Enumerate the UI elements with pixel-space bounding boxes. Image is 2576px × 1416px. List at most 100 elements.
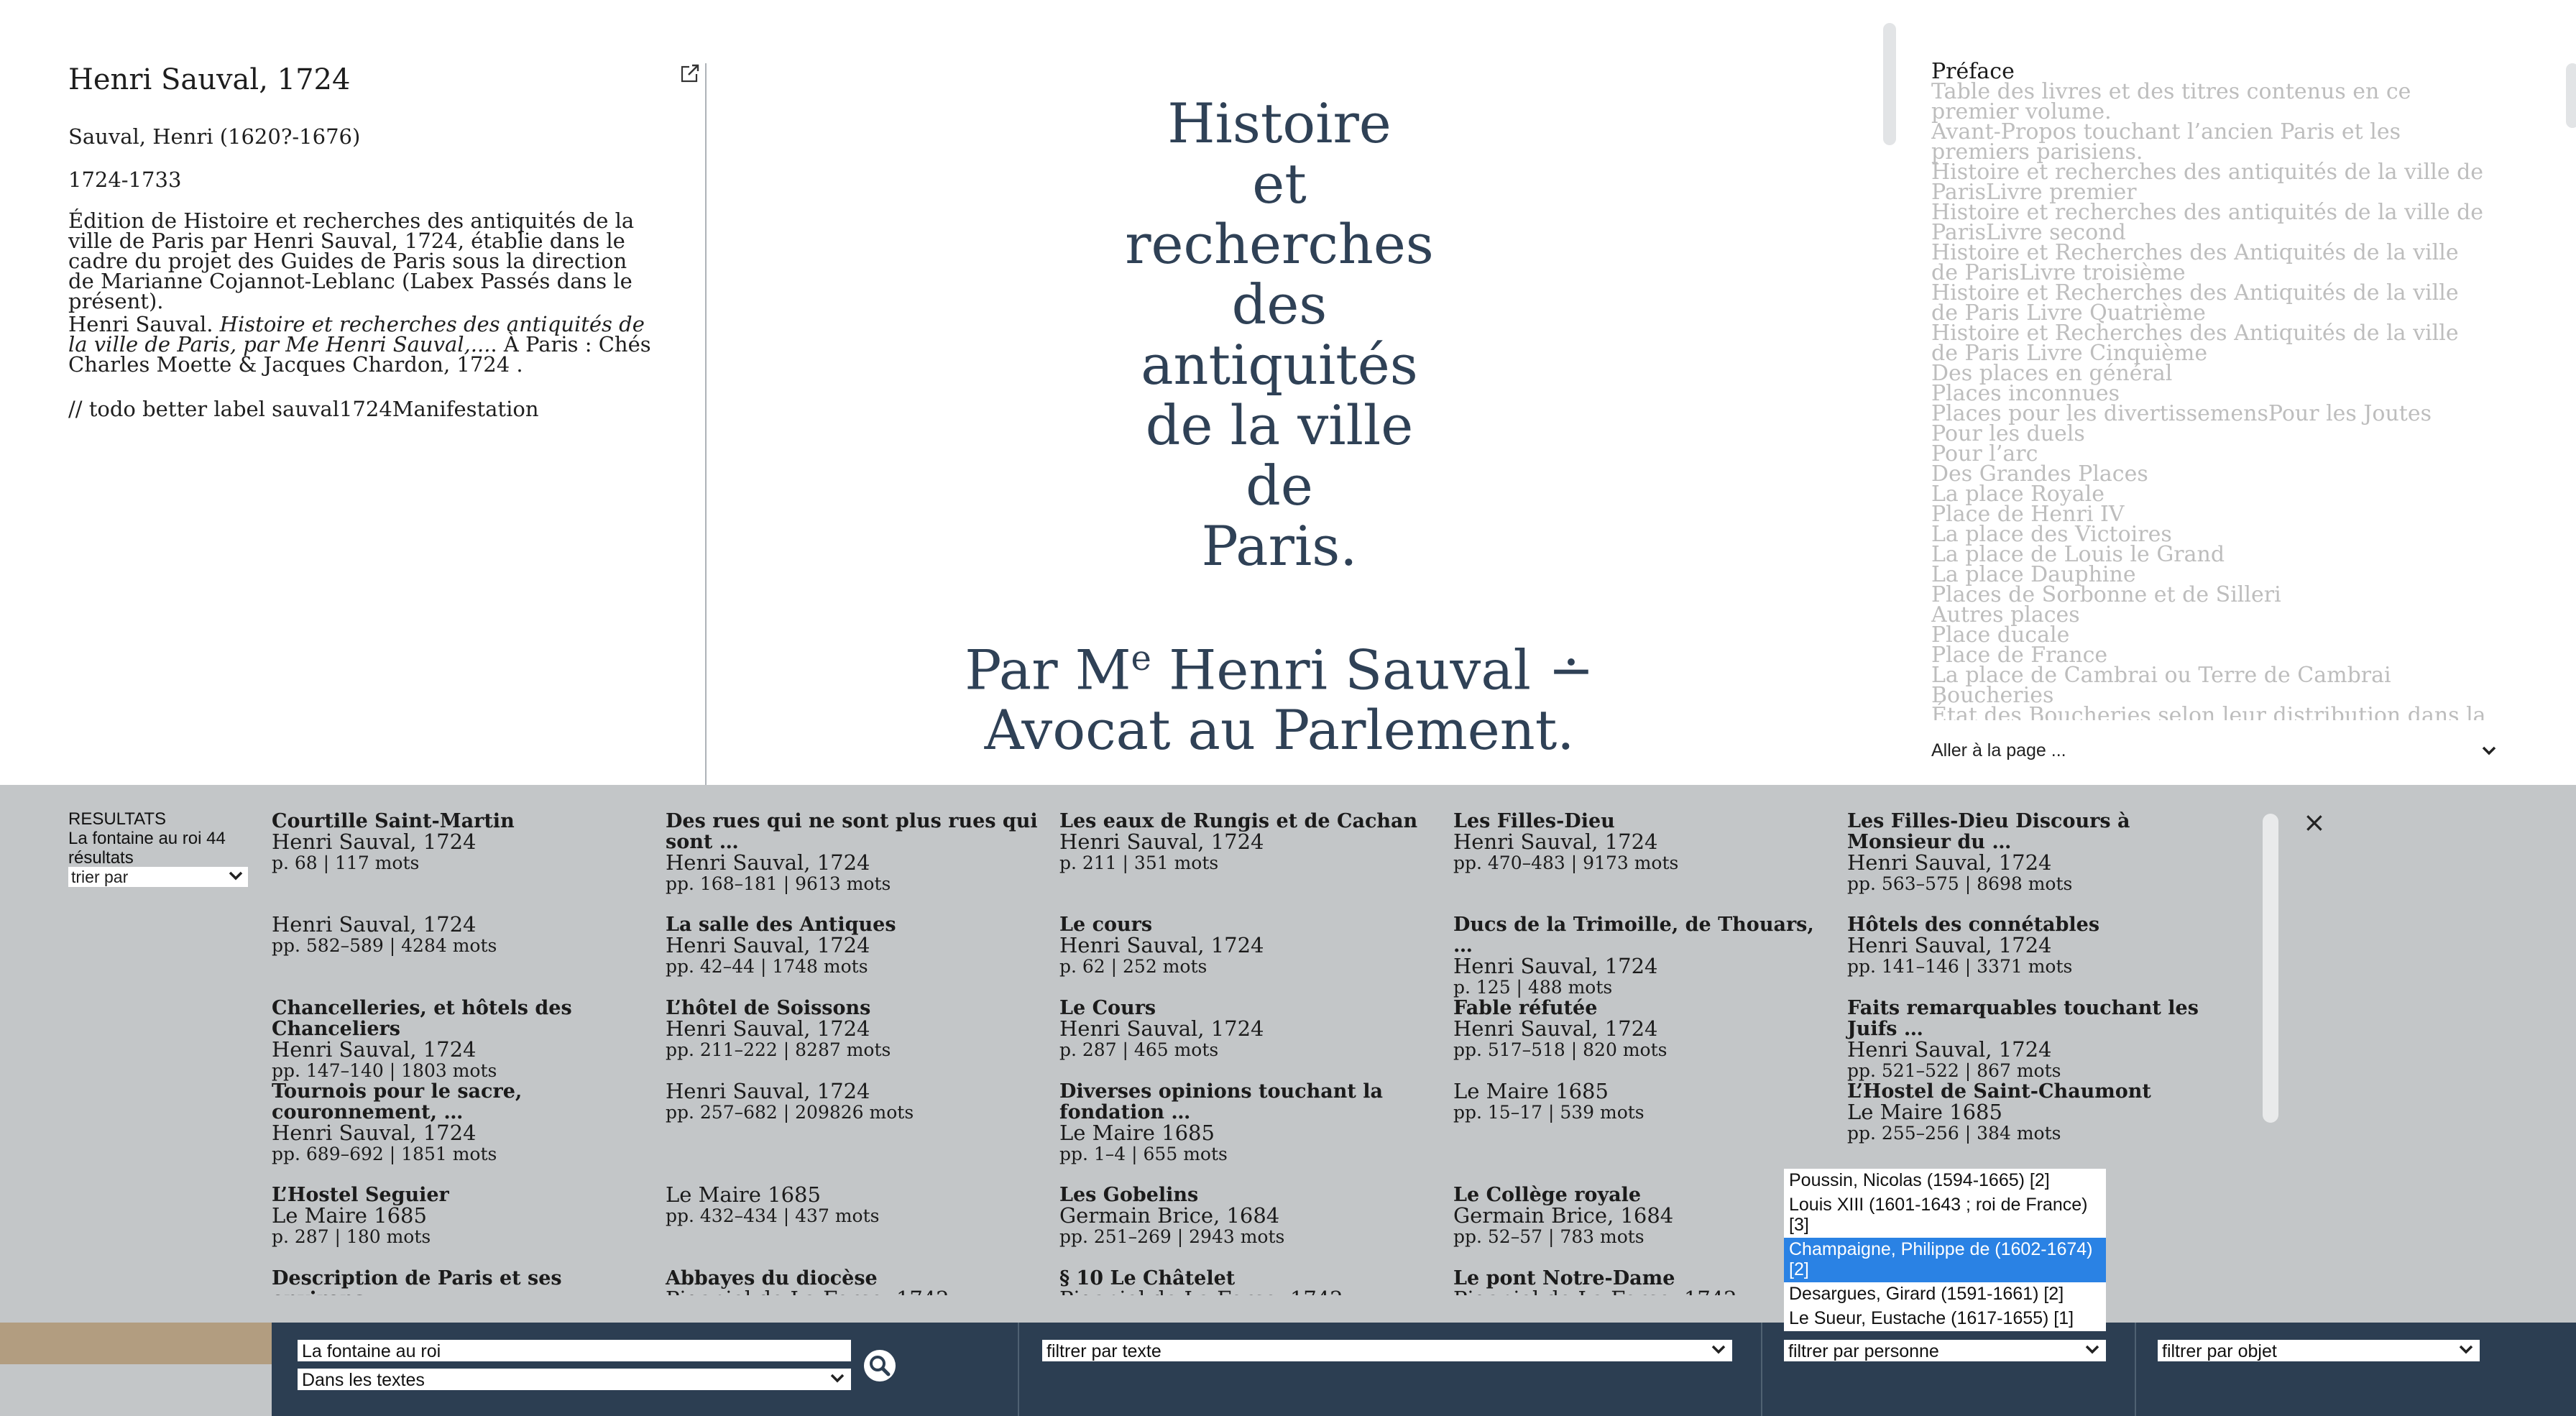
result-card[interactable]: Abbayes du diocèsePiganiol de La Force, … (666, 1268, 1046, 1295)
metadata-panel: Henri Sauval, 1724 Sauval, Henri (1620?-… (0, 0, 707, 785)
result-title: L’hôtel de Soissons (666, 997, 871, 1019)
result-meta: pp. 432–434 | 437 mots (666, 1205, 880, 1226)
person-option[interactable]: Champaigne, Philippe de (1602-1674) [2] (1784, 1238, 2106, 1282)
toc-list: Préface Table des livres et des titres co… (1931, 62, 2492, 720)
result-card[interactable]: § 10 Le ChâteletPiganiol de La Force, 17… (1059, 1268, 1440, 1295)
result-title: Ducs de la Trimoille, de Thouars, … (1453, 914, 1814, 957)
result-meta: pp. 563–575 | 8698 mots (1847, 873, 2073, 894)
result-card[interactable]: Le Maire 1685 pp. 432–434 | 437 mots (666, 1185, 1046, 1227)
title-line: recherches (1125, 212, 1434, 276)
toc-item[interactable]: Histoire et recherches des antiquités de… (1931, 162, 2492, 203)
bar-separator (2135, 1323, 2136, 1416)
bar-accent (0, 1323, 272, 1364)
filter-text-label: filtrer par texte (1046, 1341, 1162, 1361)
edition-dates: 1724-1733 (68, 167, 182, 192)
filter-object-select[interactable]: filtrer par objet (2158, 1340, 2480, 1361)
result-card[interactable]: Le cours Henri Sauval, 1724 p. 62 | 252 mo… (1059, 914, 1440, 977)
goto-page-select[interactable]: Aller à la page ... (1931, 740, 2499, 766)
toc-item[interactable]: Histoire et Recherches des Antiquités de… (1931, 323, 2492, 364)
search-button[interactable] (864, 1350, 896, 1381)
result-title: Chancelleries, et hôtels des Chanceliers (272, 997, 572, 1040)
result-card[interactable]: Le Maire 1685 pp. 15–17 | 539 mots (1453, 1081, 1834, 1123)
result-card[interactable]: La salle des Antiques Henri Sauval, 1724 p… (666, 914, 1046, 977)
result-card[interactable]: Description de Paris et ses environsPiga… (272, 1268, 653, 1295)
result-card[interactable]: Chancelleries, et hôtels des Chanceliers… (272, 998, 653, 1081)
result-card[interactable]: Les eaux de Rungis et de Cachan Henri Sau… (1059, 811, 1440, 873)
chevron-down-icon (2482, 746, 2496, 755)
toc-item[interactable]: Histoire et Recherches des Antiquités de… (1931, 242, 2492, 284)
result-card[interactable]: L’Hostel Seguier Le Maire 1685 p. 287 | 18… (272, 1185, 653, 1247)
result-card[interactable]: Les Gobelins Germain Brice, 1684 pp. 251–2… (1059, 1185, 1440, 1247)
result-card[interactable]: L’Hostel de Saint-Chaumont Le Maire 1685 p… (1847, 1081, 2228, 1144)
bar-gap (0, 1364, 272, 1416)
result-meta: p. 287 | 180 mots (272, 1226, 431, 1247)
result-card[interactable]: Courtille Saint-Martin Henri Sauval, 1724… (272, 811, 653, 873)
toc-scroll-handle[interactable] (1883, 23, 1896, 145)
chevron-down-icon (1709, 1340, 1728, 1364)
result-source: Germain Brice, 1684 (1453, 1203, 1674, 1228)
search-scope: Dans les textes (302, 1370, 425, 1390)
results-header: RESULTATS La fontaine au roi 44 résultat… (68, 809, 248, 868)
edition-author: Sauval, Henri (1620?-1676) (68, 124, 361, 149)
result-meta: pp. 689–692 | 1851 mots (272, 1144, 497, 1164)
result-card[interactable]: Le Cours Henri Sauval, 1724 p. 287 | 465 m… (1059, 998, 1440, 1060)
close-results-icon[interactable]: × (2303, 806, 2326, 838)
result-card[interactable]: Ducs de la Trimoille, de Thouars, … Henri… (1453, 914, 1834, 998)
title-line: de la ville (1145, 393, 1414, 457)
result-source: Henri Sauval, 1724 (1453, 954, 1658, 978)
result-source: Piganiol de La Force, 1742 (1453, 1289, 1834, 1296)
result-card[interactable]: Les Filles-Dieu Henri Sauval, 1724 pp. 470… (1453, 811, 1834, 873)
person-option[interactable]: Le Sueur, Eustache (1617-1655) [1] (1784, 1307, 2106, 1331)
person-option[interactable]: Desargues, Girard (1591-1661) [2] (1784, 1282, 2106, 1307)
result-source: Henri Sauval, 1724 (666, 933, 870, 957)
result-source: Henri Sauval, 1724 (1453, 1016, 1658, 1041)
result-source: Henri Sauval, 1724 (1059, 1016, 1264, 1041)
result-card[interactable]: L’hôtel de Soissons Henri Sauval, 1724 pp.… (666, 998, 1046, 1060)
search-scope-select[interactable]: Dans les textes (298, 1369, 851, 1390)
external-link-icon[interactable] (680, 63, 700, 83)
search-input[interactable]: La fontaine au roi (298, 1340, 851, 1361)
result-card[interactable]: Le pont Notre-DamePiganiol de La Force, … (1453, 1268, 1834, 1295)
toc-item[interactable]: Histoire et recherches des antiquités de… (1931, 202, 2492, 244)
toc-item[interactable]: Avant-Propos touchant l’ancien Paris et … (1931, 121, 2492, 163)
result-meta: pp. 251–269 | 2943 mots (1059, 1226, 1285, 1247)
result-source: Henri Sauval, 1724 (1059, 829, 1264, 854)
result-title: La salle des Antiques (666, 914, 896, 936)
result-source: Henri Sauval, 1724 (1059, 933, 1264, 957)
result-card[interactable]: Des rues qui ne sont plus rues qui sont … (666, 811, 1046, 894)
result-source: Henri Sauval, 1724 (272, 1121, 477, 1145)
result-card[interactable]: Henri Sauval, 1724 pp. 582–589 | 4284 mot… (272, 914, 653, 957)
toc-item[interactable]: Table des livres et des titres contenus … (1931, 81, 2492, 123)
toc-item[interactable]: État des Boucheries selon leur distribut… (1931, 705, 2492, 721)
result-title: Tournois pour le sacre, couronnement, … (272, 1080, 523, 1123)
person-option[interactable]: Poussin, Nicolas (1594-1665) [2] (1784, 1169, 2106, 1193)
result-title: Le Collège royale (1453, 1184, 1642, 1206)
filter-text-select[interactable]: filtrer par texte (1042, 1340, 1732, 1361)
result-meta: pp. 52–57 | 783 mots (1453, 1226, 1644, 1247)
results-heading: RESULTATS (68, 809, 167, 829)
sort-select[interactable]: trier par (68, 867, 248, 887)
sort-label: trier par (71, 868, 129, 886)
table-of-contents: Préface Table des livres et des titres co… (1883, 0, 2576, 785)
result-meta: pp. 1–4 | 655 mots (1059, 1144, 1228, 1164)
title-line: antiquités (1141, 333, 1418, 397)
filter-person-select[interactable]: filtrer par personne (1784, 1340, 2106, 1361)
result-card[interactable]: Diverses opinions touchant la fondation … (1059, 1081, 1440, 1164)
result-source: Germain Brice, 1684 (1059, 1203, 1280, 1228)
person-option[interactable]: Louis XIII (1601-1643 ; roi de France) [… (1784, 1193, 2106, 1238)
title-line: Paris. (1201, 514, 1358, 578)
result-meta: pp. 168–181 | 9613 mots (666, 873, 891, 894)
result-title: Courtille Saint-Martin (272, 811, 515, 832)
result-card[interactable]: Fable réfutée Henri Sauval, 1724 pp. 517–5… (1453, 998, 1834, 1060)
toc-item[interactable]: Histoire et Recherches des Antiquités de… (1931, 282, 2492, 324)
author-prefix: Par M (965, 638, 1131, 702)
result-card[interactable]: Le Collège royale Germain Brice, 1684 pp. … (1453, 1185, 1834, 1247)
result-card[interactable]: Faits remarquables touchant les Juifs … H… (1847, 998, 2228, 1081)
result-card[interactable]: Tournois pour le sacre, couronnement, … H… (272, 1081, 653, 1164)
result-card[interactable]: Hôtels des connétables Henri Sauval, 1724… (1847, 914, 2228, 977)
result-meta: pp. 15–17 | 539 mots (1453, 1102, 1644, 1123)
results-scrollbar[interactable] (2263, 814, 2278, 1123)
result-card[interactable]: Les Filles-Dieu Discours à Monsieur du …… (1847, 811, 2228, 894)
result-card[interactable]: Henri Sauval, 1724 pp. 257–682 | 209826 m… (666, 1081, 1046, 1123)
toc-scrollbar[interactable] (2566, 63, 2576, 128)
